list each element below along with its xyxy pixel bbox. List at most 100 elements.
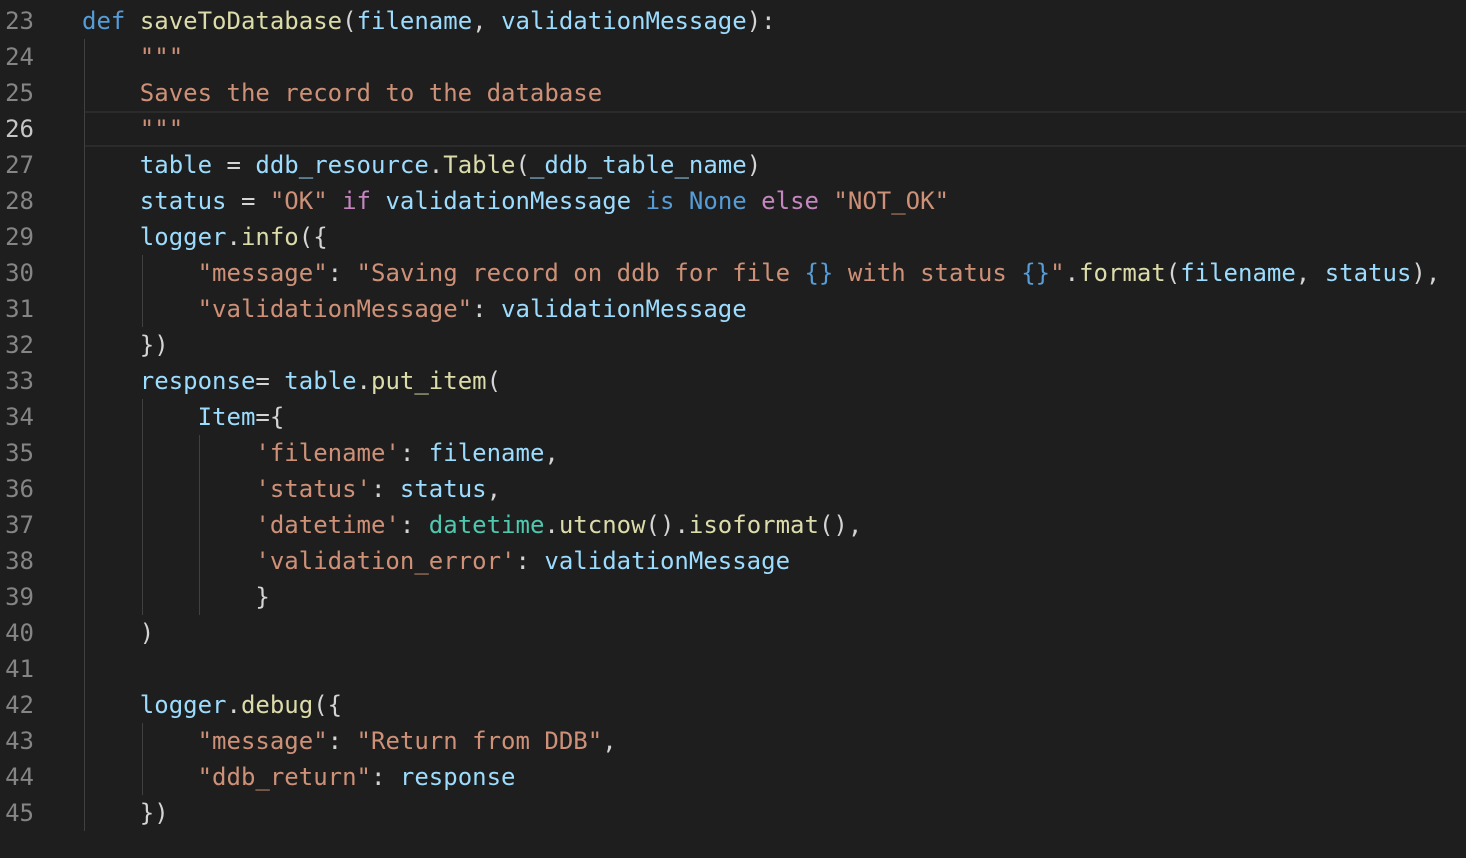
code-text: """ [82, 111, 183, 147]
code-line[interactable]: 26 """ [0, 111, 1466, 147]
code-token: = [212, 151, 256, 179]
code-token: , [486, 475, 502, 503]
code-token: ({ [298, 223, 328, 251]
code-text: "message": "Saving record on ddb for fil… [82, 255, 1441, 291]
line-number: 41 [5, 655, 34, 683]
code-token: (). [645, 511, 689, 539]
code-text: } [82, 579, 269, 615]
line-number: 43 [5, 727, 34, 755]
code-token: . [226, 691, 241, 719]
code-text: "ddb_return": response [82, 759, 516, 795]
code-text: }) [82, 327, 169, 363]
code-line[interactable]: 29 logger.info({ [0, 219, 1466, 255]
code-token: ) [746, 151, 762, 179]
line-number: 32 [5, 331, 34, 359]
code-token: , [1295, 259, 1325, 287]
code-line[interactable]: 33 response= table.put_item( [0, 363, 1466, 399]
code-token: 'validation_error' [255, 547, 516, 575]
code-token: "message" [197, 259, 328, 287]
code-token: Saves the record to the database [139, 79, 603, 107]
code-token: "ddb_return" [197, 763, 371, 791]
code-line[interactable]: 27 table = ddb_resource.Table(_ddb_table… [0, 147, 1466, 183]
code-line[interactable]: 42 logger.debug({ [0, 687, 1466, 723]
code-token: with status [833, 259, 1022, 287]
code-token: ( [1165, 259, 1181, 287]
code-token: Item [197, 403, 256, 431]
code-token: put_item [371, 367, 487, 395]
code-line[interactable]: 25 Saves the record to the database [0, 75, 1466, 111]
code-line[interactable]: 36 'status': status, [0, 471, 1466, 507]
code-token: ), [1411, 259, 1441, 287]
code-token: validationMessage [544, 547, 791, 575]
code-token: "OK" [269, 187, 328, 215]
code-token: ( [342, 7, 357, 35]
line-number: 23 [5, 7, 34, 35]
code-token: filename [428, 439, 545, 467]
code-line[interactable]: 23 def saveToDatabase(filename, validatio… [0, 3, 1466, 39]
code-token: ddb_resource [255, 151, 429, 179]
code-token: validationMessage [385, 187, 632, 215]
code-token: . [226, 223, 241, 251]
code-line[interactable]: 39 } [0, 579, 1466, 615]
code-token: "message" [197, 727, 328, 755]
code-text: logger.debug({ [82, 687, 342, 723]
code-token: if [342, 187, 372, 215]
code-text: logger.info({ [82, 219, 328, 255]
code-token: = [226, 187, 270, 215]
code-token: validationMessage [501, 295, 747, 323]
code-token: }) [82, 331, 169, 359]
code-token: "Return from DDB" [356, 727, 603, 755]
code-text: 'filename': filename, [82, 435, 558, 471]
code-line[interactable]: 41 [0, 651, 1466, 687]
code-text: Item={ [82, 399, 285, 435]
line-number: 35 [5, 439, 34, 467]
code-line[interactable]: 32 }) [0, 327, 1466, 363]
code-token: """ [139, 43, 184, 71]
code-line[interactable]: 37 'datetime': datetime.utcnow().isoform… [0, 507, 1466, 543]
code-token: None [688, 187, 747, 215]
code-token: response [139, 367, 256, 395]
code-line[interactable]: 38 'validation_error': validationMessage [0, 543, 1466, 579]
code-line[interactable]: 45 }) [0, 795, 1466, 831]
code-text: "message": "Return from DDB", [82, 723, 617, 759]
line-number: 24 [5, 43, 34, 71]
code-text: def saveToDatabase(filename, validationM… [82, 3, 776, 39]
code-token: : [370, 475, 400, 503]
line-number: 36 [5, 475, 34, 503]
code-token: {} [804, 259, 834, 287]
code-line[interactable]: 40 ) [0, 615, 1466, 651]
line-number: 34 [5, 403, 34, 431]
code-token: logger [139, 691, 227, 719]
code-line[interactable]: 31 "validationMessage": validationMessag… [0, 291, 1466, 327]
indent-guide [142, 255, 143, 327]
code-token: , [602, 727, 617, 755]
code-token: "validationMessage" [197, 295, 473, 323]
code-text: 'status': status, [82, 471, 501, 507]
code-line[interactable]: 35 'filename': filename, [0, 435, 1466, 471]
code-editor[interactable]: 23 def saveToDatabase(filename, validatio… [0, 3, 1466, 858]
code-text: status = "OK" if validationMessage is No… [82, 183, 949, 219]
code-line[interactable]: 28 status = "OK" if validationMessage is… [0, 183, 1466, 219]
code-line[interactable]: 43 "message": "Return from DDB", [0, 723, 1466, 759]
code-line[interactable]: 34 Item={ [0, 399, 1466, 435]
code-token: def [82, 7, 126, 35]
code-token: "Saving record on ddb for file [356, 259, 805, 287]
code-line[interactable]: 30 "message": "Saving record on ddb for … [0, 255, 1466, 291]
code-token: ) [82, 619, 155, 647]
code-token: 'datetime' [255, 511, 400, 539]
code-token: : [399, 511, 429, 539]
code-line[interactable]: 44 "ddb_return": response [0, 759, 1466, 795]
line-number: 45 [5, 799, 34, 827]
line-number: 28 [5, 187, 34, 215]
line-number: 29 [5, 223, 34, 251]
code-token: ={ [255, 403, 285, 431]
code-line[interactable]: 24 """ [0, 39, 1466, 75]
